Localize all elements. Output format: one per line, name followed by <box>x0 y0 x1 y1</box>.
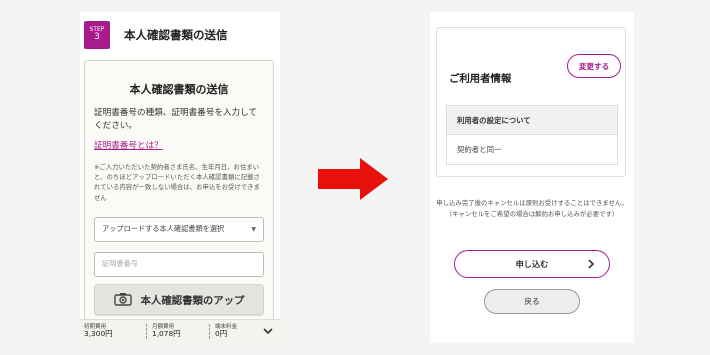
camera-icon <box>113 292 132 307</box>
instruction-text: 証明書番号の種類、証明書番号を入力してください。 <box>94 108 258 131</box>
document-type-select[interactable]: アップロードする本人確認書類を選択 ▼ <box>94 216 264 242</box>
select-value: アップロードする本人確認書類を選択 <box>102 224 225 234</box>
cancellation-notice: 申し込み完了後のキャンセルは原則お受けすることはできません。 （キャンセルをご希… <box>430 198 634 219</box>
chevron-down-icon[interactable] <box>263 328 273 335</box>
input-placeholder: 証明書番号 <box>102 259 138 269</box>
page-title: 本人確認書類の送信 <box>124 27 228 42</box>
fee-monthly: 月額費用 1,078円 <box>146 324 209 339</box>
section-title: ご利用者情報 <box>449 73 512 85</box>
cancellation-notice-line: 申し込み完了後のキャンセルは原則お受けすることはできません。 <box>436 199 628 207</box>
fee-value: 0円 <box>215 329 228 339</box>
cancellation-notice-line: （キャンセルをご希望の場合は解約お申し込みが必要です） <box>445 209 619 218</box>
user-info-card: 変更する ご利用者情報 利用者の設定について 契約者と同一 <box>436 27 626 177</box>
table-cell: 契約者と同一 <box>457 145 502 154</box>
back-button[interactable]: 戻る <box>484 289 580 314</box>
upload-button[interactable]: 本人確認書類のアップ <box>94 283 264 315</box>
help-link[interactable]: 証明書番号とは？ <box>94 140 163 153</box>
change-button[interactable]: 変更する <box>567 54 621 78</box>
step-header: STEP 3 本人確認書類の送信 <box>80 12 280 57</box>
chevron-down-icon: ▼ <box>251 225 256 233</box>
left-screen: STEP 3 本人確認書類の送信 本人確認書類の送信 証明書番号の種類、証明書番… <box>80 12 280 343</box>
fee-initial: 初期費用 3,300円 <box>84 324 146 339</box>
apply-button[interactable]: 申し込む <box>454 250 610 278</box>
fee-device: 端末料金 0円 <box>209 324 259 339</box>
apply-button-label: 申し込む <box>515 259 549 269</box>
chevron-right-icon <box>588 259 595 269</box>
upload-button-label: 本人確認書類のアップ <box>140 294 245 307</box>
fee-value: 1,078円 <box>152 329 181 339</box>
step-badge: STEP 3 <box>84 20 110 49</box>
step-number: 3 <box>94 31 100 42</box>
identity-card: 本人確認書類の送信 証明書番号の種類、証明書番号を入力してください。 証明書番号… <box>84 60 274 320</box>
fee-summary-bar[interactable]: 初期費用 3,300円 月額費用 1,078円 端末料金 0円 <box>80 319 280 343</box>
right-screen: 変更する ご利用者情報 利用者の設定について 契約者と同一 申し込み完了後のキャ… <box>430 12 634 343</box>
table-header: 利用者の設定について <box>447 106 617 135</box>
notice-text: ※ご入力いただいた契約者さま氏名、生年月日、お住まいと、のちほどアップロードいた… <box>94 163 260 202</box>
user-settings-table: 利用者の設定について 契約者と同一 <box>446 105 618 165</box>
certificate-number-input[interactable]: 証明書番号 <box>94 251 264 277</box>
arrow-right-icon <box>318 158 388 204</box>
fee-value: 3,300円 <box>84 329 113 339</box>
card-title: 本人確認書類の送信 <box>129 83 229 96</box>
